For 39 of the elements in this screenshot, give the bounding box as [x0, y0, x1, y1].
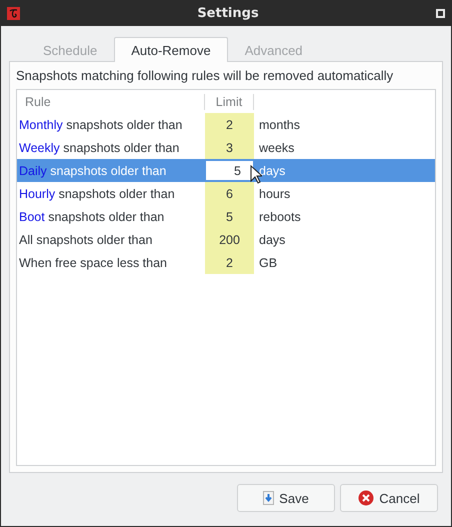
column-header[interactable]: Rule [17, 94, 205, 110]
table-row[interactable]: Weekly snapshots older than 3 weeks [17, 136, 435, 159]
unit-cell-text: GB [259, 254, 278, 272]
limit-cell: 200 [205, 228, 254, 251]
rule-cell-text: Hourly snapshots older than [18, 186, 176, 203]
rule-cell-text: Daily snapshots older than [18, 162, 168, 180]
table-row[interactable]: Daily snapshots older than 5 days [17, 159, 435, 182]
table-row[interactable]: When free space less than 2 GB [17, 251, 435, 274]
limit-cell: 2 [205, 113, 254, 136]
unit-cell-text: days [259, 162, 286, 180]
table-row[interactable]: All snapshots older than 200 days [17, 228, 435, 251]
cancel-button[interactable]: Cancel [340, 484, 438, 512]
rule-cell-text: When free space less than [18, 254, 168, 272]
description-text: Snapshots matching following rules will be removed automatically [16, 68, 394, 83]
save-button[interactable]: Save [237, 484, 335, 512]
unit-cell-text: reboots [259, 208, 301, 226]
close-icon [358, 490, 374, 506]
rule-cell-text: Boot snapshots older than [18, 208, 166, 226]
rule-cell-text: All snapshots older than [18, 232, 154, 249]
limit-input[interactable]: 5 [205, 160, 254, 181]
rule-cell-text: Monthly snapshots older than [18, 116, 184, 134]
window-title: Settings [196, 6, 260, 21]
table-row[interactable]: Hourly snapshots older than 6 hours [17, 182, 435, 205]
tab[interactable]: Auto-Remove [114, 37, 228, 62]
unit-cell-text: hours [259, 186, 290, 202]
unit-cell-text: months [259, 116, 300, 134]
rule-cell-text: Weekly snapshots older than [18, 140, 180, 157]
download-icon [263, 491, 274, 505]
limit-cell: 5 [205, 205, 254, 228]
unit-cell-text: days [259, 232, 286, 249]
limit-cell: 2 [205, 251, 254, 274]
limit-cell: 3 [205, 136, 254, 159]
unit-cell-text: weeks [259, 140, 294, 156]
maximize-icon[interactable] [436, 9, 445, 18]
column-header[interactable]: Limit [205, 94, 254, 110]
app-icon [7, 7, 20, 20]
table-row[interactable]: Monthly snapshots older than 2 months [17, 113, 435, 136]
table-row[interactable]: Boot snapshots older than 5 reboots [17, 205, 435, 228]
limit-cell: 6 [205, 182, 254, 205]
